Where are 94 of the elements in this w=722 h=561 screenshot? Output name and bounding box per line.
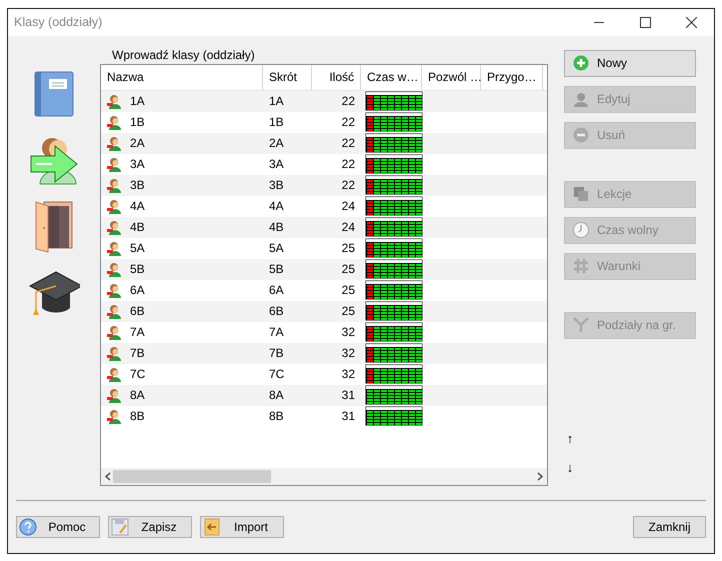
table-cell-text: 2A bbox=[268, 135, 285, 152]
column-header[interactable]: Ilość bbox=[312, 64, 361, 90]
person-icon bbox=[107, 366, 122, 382]
table-cell-text: 1A bbox=[130, 93, 145, 110]
table-cell-text: 24 bbox=[340, 198, 356, 216]
person-icon bbox=[107, 408, 122, 424]
move-down-button[interactable]: ↓ bbox=[564, 458, 576, 478]
table-cell-text: 3B bbox=[268, 177, 285, 194]
person-icon bbox=[107, 324, 122, 340]
table-cell-text: 4B bbox=[268, 219, 285, 236]
move-up-button[interactable]: ↑ bbox=[564, 428, 576, 448]
column-header[interactable]: Skrót bbox=[263, 64, 312, 90]
person-icon bbox=[107, 114, 122, 130]
table-cell-text: 1B bbox=[268, 114, 285, 132]
table-cell-text: 8B bbox=[130, 408, 145, 426]
person-icon bbox=[107, 346, 122, 361]
scrollbar-thumb[interactable] bbox=[113, 470, 271, 483]
table-cell-text: 8B bbox=[268, 408, 285, 426]
hash-icon bbox=[573, 258, 589, 274]
table-cell-text: 25 bbox=[340, 261, 356, 278]
squares-icon bbox=[573, 186, 589, 202]
table-cell-text: 7B bbox=[130, 345, 145, 362]
table-title: Wprowadź klasy (oddziały) bbox=[111, 48, 256, 64]
table-cell-text: 6A bbox=[268, 282, 285, 300]
table-cell-text: 22 bbox=[340, 114, 356, 132]
table-cell-text: 25 bbox=[340, 240, 356, 258]
table-cell-text: 2A bbox=[130, 135, 145, 152]
table-cell-text: 22 bbox=[340, 93, 356, 110]
table-cell-text: 5B bbox=[130, 261, 145, 278]
column-header[interactable]: Czas w… bbox=[361, 64, 422, 90]
table-cell-text: 7A bbox=[268, 324, 285, 342]
person-icon bbox=[107, 178, 122, 193]
table-cell-text: 22 bbox=[340, 135, 356, 152]
import-icon bbox=[203, 518, 221, 536]
scroll-right-icon[interactable] bbox=[537, 472, 543, 481]
table-cell-text: 1B bbox=[130, 114, 145, 132]
close-icon[interactable] bbox=[686, 16, 696, 28]
person-icon bbox=[107, 388, 122, 403]
table-cell-text: 3B bbox=[130, 177, 145, 194]
table-cell-text: 4A bbox=[130, 198, 145, 216]
table-cell-text: 22 bbox=[340, 177, 356, 194]
window-title: Klasy (oddziały) bbox=[14, 14, 104, 31]
maximize-icon[interactable] bbox=[640, 16, 650, 28]
table-cell-text: 25 bbox=[340, 282, 356, 300]
person-icon bbox=[107, 136, 122, 151]
table-cell-text: 32 bbox=[340, 366, 356, 384]
floppy-icon bbox=[111, 518, 129, 536]
person-icon bbox=[107, 262, 122, 277]
plus-icon bbox=[573, 55, 589, 72]
table-cell-text: 22 bbox=[340, 156, 356, 174]
table-cell-text: 3A bbox=[130, 156, 145, 174]
table-cell-text: 6B bbox=[268, 303, 285, 320]
table-cell-text: 5A bbox=[130, 240, 145, 258]
table-cell-text: 7C bbox=[268, 366, 286, 384]
person-icon bbox=[573, 91, 589, 108]
table-cell-text: 4A bbox=[268, 198, 285, 216]
table-cell-text: 8A bbox=[268, 387, 285, 404]
table-cell-text: 7C bbox=[130, 366, 146, 384]
table-cell-text: 32 bbox=[340, 345, 356, 362]
person-icon bbox=[107, 240, 122, 256]
table-cell-text: 6A bbox=[130, 282, 145, 300]
action-button[interactable]: Nowy bbox=[564, 50, 696, 77]
person-icon bbox=[107, 198, 122, 214]
table-cell-text: 32 bbox=[340, 324, 356, 342]
table-cell-text: 31 bbox=[340, 408, 356, 426]
close-button[interactable]: Zamknij bbox=[633, 516, 706, 538]
split-icon bbox=[573, 317, 589, 334]
table-cell-text: 7B bbox=[268, 345, 285, 362]
help-icon bbox=[19, 518, 37, 536]
table-cell-text: 5B bbox=[268, 261, 285, 278]
person-icon bbox=[107, 304, 122, 319]
table-cell-text: 4B bbox=[130, 219, 145, 236]
column-header[interactable]: Nazwa bbox=[101, 64, 263, 90]
table-cell-text: 24 bbox=[340, 219, 356, 236]
footer-button[interactable]: Pomoc bbox=[16, 516, 100, 538]
person-icon bbox=[107, 282, 122, 298]
person-icon bbox=[107, 94, 122, 109]
table-cell-text: 7A bbox=[130, 324, 145, 342]
table-cell-text: 25 bbox=[340, 303, 356, 320]
minus-icon bbox=[573, 127, 589, 144]
person-icon bbox=[107, 156, 122, 172]
table-cell-text: 8A bbox=[130, 387, 145, 404]
table-cell-text: 3A bbox=[268, 156, 285, 174]
table-cell-text: 5A bbox=[268, 240, 285, 258]
table-cell-text: 31 bbox=[340, 387, 356, 404]
footer-button[interactable]: Import bbox=[200, 516, 284, 538]
column-header[interactable]: Przygo… bbox=[481, 64, 543, 90]
column-header[interactable]: Pozwól … bbox=[422, 64, 481, 90]
person-icon bbox=[107, 220, 122, 235]
table-cell-text: 6B bbox=[130, 303, 145, 320]
footer-button[interactable]: Zapisz bbox=[108, 516, 192, 538]
clock-icon bbox=[573, 222, 589, 238]
table-cell-text: 1A bbox=[268, 93, 285, 110]
scroll-left-icon[interactable] bbox=[105, 472, 111, 481]
